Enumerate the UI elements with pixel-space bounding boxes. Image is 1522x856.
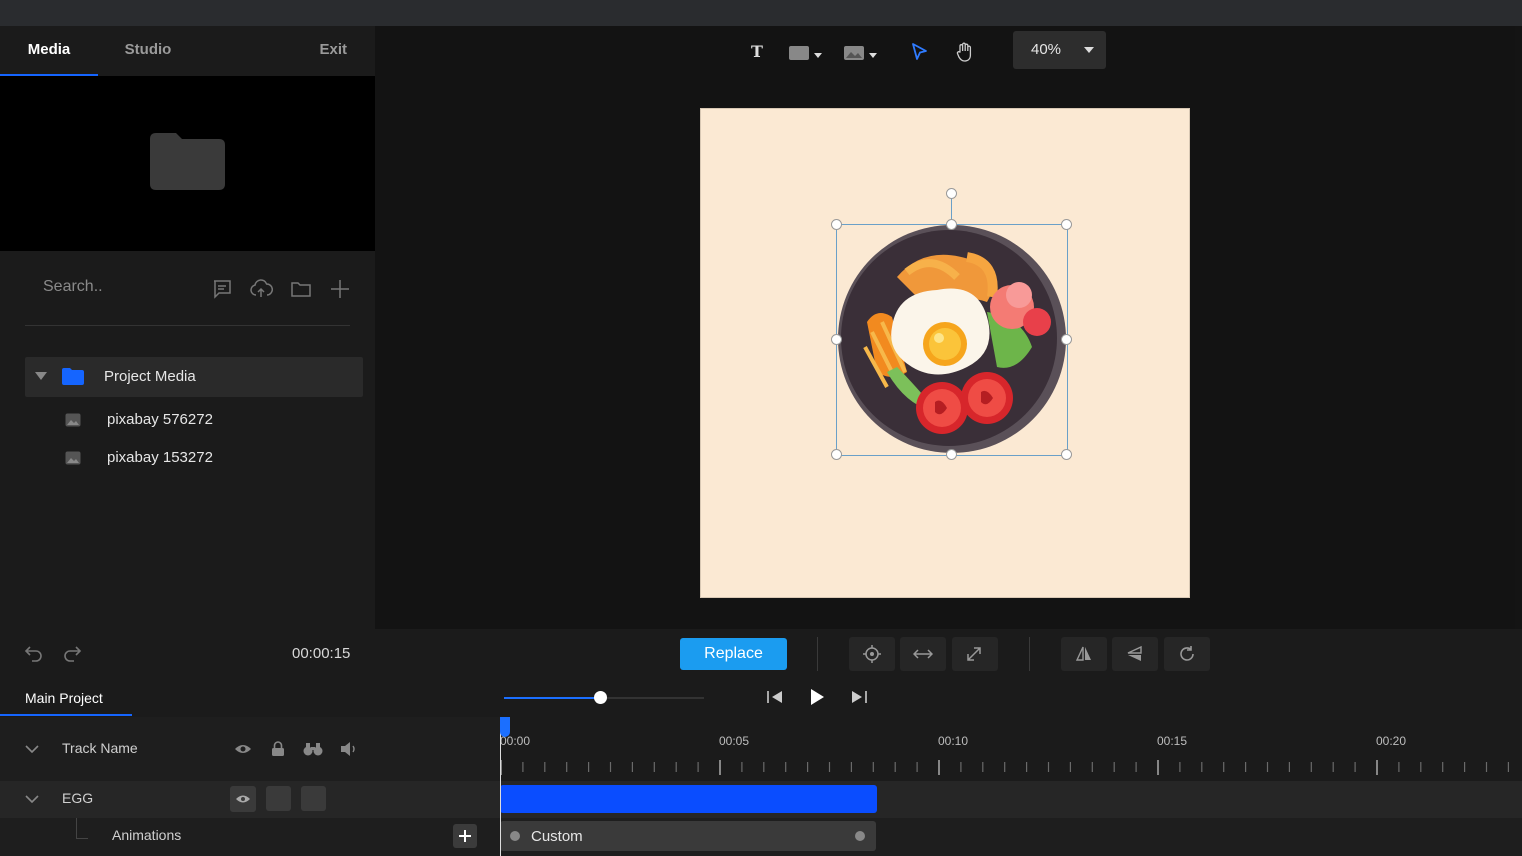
folder-icon [150, 133, 225, 190]
resize-handle-w[interactable] [831, 334, 842, 345]
animation-clip[interactable]: Custom [500, 821, 876, 851]
track-name-header: Track Name [62, 740, 138, 756]
media-item-label: pixabay 153272 [107, 449, 213, 466]
image-icon [65, 451, 81, 465]
folder-icon [62, 368, 84, 385]
playhead-line[interactable] [500, 717, 501, 856]
hand-tool-icon[interactable] [955, 41, 975, 63]
folder-label: Project Media [104, 368, 196, 385]
resize-handle-n[interactable] [946, 219, 957, 230]
speaker-icon[interactable] [340, 741, 358, 757]
rotate-button[interactable] [1164, 637, 1210, 671]
plus-icon [459, 830, 471, 842]
media-panel: Media Studio Exit Project Media pixabay … [0, 26, 375, 629]
resize-handle-se[interactable] [1061, 449, 1072, 460]
comment-icon[interactable] [210, 277, 234, 301]
flip-horizontal-icon [1075, 646, 1091, 661]
resize-handle-s[interactable] [946, 449, 957, 460]
chevron-down-icon[interactable] [25, 795, 39, 803]
resize-handle-e[interactable] [1061, 334, 1072, 345]
seek-slider-knob[interactable] [594, 691, 607, 704]
tab-main-project-label: Main Project [25, 690, 103, 706]
lock-toggle[interactable] [266, 786, 291, 811]
chevron-down-icon[interactable] [35, 372, 47, 380]
fit-width-button[interactable] [900, 637, 946, 671]
folder-outline-icon[interactable] [289, 277, 313, 301]
skip-back-icon[interactable] [766, 689, 784, 705]
ruler-label: 00:20 [1376, 734, 1407, 748]
animations-label: Animations [112, 827, 182, 843]
plus-icon[interactable] [328, 277, 352, 301]
exit-button[interactable]: Exit [319, 26, 347, 76]
image-tool-icon[interactable] [843, 44, 879, 62]
binoculars-icon[interactable] [303, 741, 323, 757]
svg-text:T: T [751, 42, 763, 60]
resize-handle-nw[interactable] [831, 219, 842, 230]
swap-horizontal-icon [913, 649, 933, 659]
undo-icon[interactable] [23, 643, 45, 663]
animation-clip-label: Custom [531, 828, 583, 845]
resize-handle-sw[interactable] [831, 449, 842, 460]
project-media-folder[interactable]: Project Media [25, 357, 363, 397]
flip-vertical-icon [1127, 645, 1142, 661]
divider [1029, 637, 1030, 671]
ruler-ticks [500, 760, 1510, 775]
current-time: 00:00:15 [292, 645, 351, 662]
lock-icon[interactable] [271, 741, 285, 757]
media-item[interactable]: pixabay 576272 [60, 405, 360, 435]
clip-end-dot[interactable] [855, 831, 865, 841]
tab-main-project[interactable]: Main Project [0, 683, 132, 716]
eye-icon[interactable] [234, 743, 252, 755]
media-preview [0, 76, 375, 251]
eye-icon [236, 795, 250, 803]
window-top-bar [0, 0, 1522, 26]
chevron-down-icon [1084, 47, 1094, 53]
timeline-clip-egg[interactable] [500, 785, 877, 813]
zoom-value: 40% [1031, 41, 1062, 58]
rotate-icon [1180, 646, 1194, 661]
shape-tool-icon[interactable] [788, 44, 824, 62]
play-icon[interactable] [808, 687, 826, 707]
clip-start-dot[interactable] [510, 831, 520, 841]
media-item-label: pixabay 576272 [107, 411, 213, 428]
flip-h-button[interactable] [1061, 637, 1107, 671]
resize-icon [967, 647, 981, 661]
rotate-handle[interactable] [946, 188, 957, 199]
replace-button[interactable]: Replace [680, 638, 787, 670]
zoom-select[interactable]: 40% [1013, 31, 1106, 69]
upload-icon[interactable] [249, 277, 273, 301]
media-item[interactable]: pixabay 153272 [60, 443, 360, 473]
ruler-label: 00:10 [938, 734, 969, 748]
tab-media[interactable]: Media [0, 26, 98, 76]
redo-icon[interactable] [61, 643, 83, 663]
visibility-toggle[interactable] [230, 786, 256, 812]
add-animation-button[interactable] [453, 824, 477, 848]
skip-forward-icon[interactable] [850, 689, 868, 705]
fit-button[interactable] [952, 637, 998, 671]
ruler-label: 00:05 [719, 734, 750, 748]
search-divider [25, 325, 350, 326]
search-input[interactable] [25, 274, 205, 300]
track-name: EGG [62, 790, 94, 806]
divider [817, 637, 818, 671]
image-icon [65, 413, 81, 427]
selection-box [836, 224, 1068, 456]
tree-line [76, 838, 88, 839]
solo-toggle[interactable] [301, 786, 326, 811]
center-button[interactable] [849, 637, 895, 671]
tree-line [76, 818, 77, 838]
resize-handle-ne[interactable] [1061, 219, 1072, 230]
flip-v-button[interactable] [1112, 637, 1158, 671]
playhead-handle[interactable] [500, 717, 510, 737]
seek-slider-fill [504, 697, 600, 699]
text-tool-icon[interactable]: T [748, 42, 766, 60]
target-icon [863, 645, 881, 663]
chevron-down-icon[interactable] [25, 745, 39, 753]
select-tool-icon[interactable] [910, 42, 930, 62]
ruler-label: 00:15 [1157, 734, 1188, 748]
tab-studio[interactable]: Studio [98, 26, 198, 76]
